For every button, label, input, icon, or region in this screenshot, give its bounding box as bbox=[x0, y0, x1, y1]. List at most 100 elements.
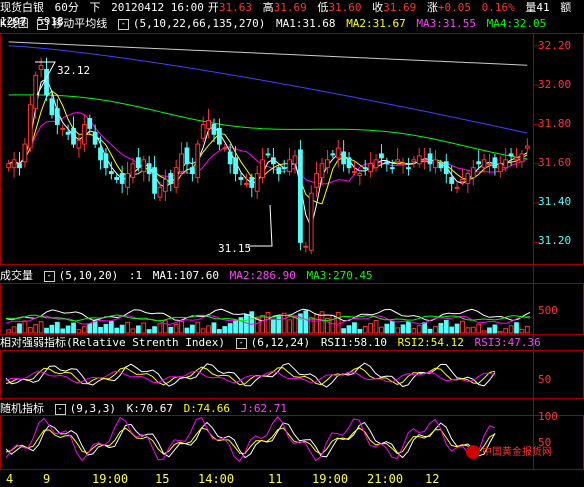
candle-body bbox=[357, 173, 363, 177]
candle-body bbox=[6, 163, 12, 169]
candle-body bbox=[346, 157, 352, 169]
collapse-icon[interactable]: - bbox=[43, 270, 55, 282]
watermark-logo-icon bbox=[466, 445, 480, 459]
candle-body bbox=[508, 153, 514, 157]
k-value: K:70.67 bbox=[126, 402, 173, 415]
volume-bar bbox=[60, 328, 66, 334]
rsi1-line bbox=[5, 362, 496, 388]
candle-body bbox=[11, 159, 17, 169]
volume-bar bbox=[276, 315, 282, 334]
volume-bar bbox=[449, 326, 455, 334]
ma-long-line bbox=[8, 45, 528, 134]
price-tick: 31.40 bbox=[538, 195, 572, 208]
candle-body bbox=[189, 167, 195, 175]
volume-bar bbox=[303, 310, 309, 334]
volume-bar bbox=[189, 324, 195, 334]
candle-body bbox=[476, 161, 482, 165]
volume-bar bbox=[281, 312, 287, 334]
volume-bar bbox=[227, 323, 233, 334]
rsi-tick: 50 bbox=[538, 373, 552, 386]
candle-body bbox=[433, 159, 438, 169]
low-price-note: 31.15 bbox=[218, 242, 252, 255]
volume-bar bbox=[508, 325, 514, 334]
volume-bar bbox=[254, 317, 260, 334]
volume-bar bbox=[98, 326, 103, 334]
volume-bar bbox=[271, 318, 276, 334]
rsi-title[interactable]: 相对强弱指标(Relative Strenth Index) bbox=[0, 336, 225, 349]
volume-bar bbox=[481, 330, 487, 334]
candle-body bbox=[465, 173, 471, 184]
volume-bar bbox=[233, 320, 238, 334]
candle-body bbox=[341, 151, 347, 165]
candle-body bbox=[157, 186, 163, 198]
candle-body bbox=[98, 147, 103, 161]
volume-bar bbox=[54, 321, 60, 334]
volume-bar bbox=[346, 325, 352, 334]
rsi1-value: RSI1:58.10 bbox=[320, 336, 388, 349]
collapse-icon[interactable]: - bbox=[235, 337, 247, 349]
volume-bar bbox=[362, 325, 368, 334]
candle-body bbox=[125, 173, 130, 188]
volume-bar bbox=[352, 322, 357, 334]
candle-body bbox=[108, 171, 114, 175]
candle-body bbox=[76, 139, 82, 149]
volume-bar bbox=[152, 326, 157, 334]
candle-body bbox=[487, 163, 492, 166]
volume-bar bbox=[162, 320, 168, 334]
volume-params: (5,10,20) bbox=[58, 269, 119, 282]
candle-body bbox=[352, 171, 357, 174]
candle-body bbox=[211, 123, 217, 135]
watermark: 中国黄金报货网 bbox=[466, 443, 552, 459]
volume-bar bbox=[406, 321, 411, 334]
rsi3-value: RSI3:47.36 bbox=[474, 336, 541, 349]
watermark-text: 中国黄金报货网 bbox=[482, 447, 552, 458]
candle-body bbox=[416, 155, 422, 165]
volume-bar bbox=[38, 321, 44, 334]
kdj-title[interactable]: 随机指标 bbox=[0, 402, 44, 415]
collapse-icon[interactable]: - bbox=[54, 403, 66, 415]
candle-body bbox=[92, 131, 98, 145]
volume-bar bbox=[492, 324, 498, 334]
candle-body bbox=[373, 159, 379, 169]
volume-bar bbox=[384, 323, 390, 334]
volume-bar bbox=[416, 325, 422, 334]
candle-body bbox=[395, 159, 401, 163]
vol-ma1-value: MA1:107.60 bbox=[152, 269, 219, 282]
candle-body bbox=[103, 153, 109, 169]
volume-bar bbox=[514, 322, 519, 334]
candle-body bbox=[406, 167, 411, 170]
volume-bar bbox=[141, 322, 147, 334]
candle-body bbox=[265, 153, 271, 156]
high-price-note: 32.12 bbox=[57, 64, 91, 77]
volume-bar bbox=[44, 327, 49, 334]
volume-title[interactable]: 成交量 bbox=[0, 269, 33, 282]
volume-bar bbox=[503, 328, 509, 334]
candle-body bbox=[244, 182, 249, 185]
candle-body bbox=[460, 178, 465, 182]
rsi-params: (6,12,24) bbox=[250, 336, 311, 349]
x-tick: 14:00 bbox=[198, 472, 235, 486]
candle-body bbox=[162, 178, 168, 192]
candle-body bbox=[298, 149, 303, 243]
volume-bar bbox=[308, 317, 314, 334]
candle-body bbox=[379, 153, 384, 159]
candle-body bbox=[303, 245, 309, 248]
vol-ma2-value: MA2:286.90 bbox=[229, 269, 296, 282]
volume-bar bbox=[443, 319, 449, 334]
candle-body bbox=[481, 159, 487, 169]
candle-body bbox=[222, 147, 228, 150]
x-tick: 21:00 bbox=[367, 472, 404, 486]
volume-bar bbox=[454, 323, 460, 334]
volume-bar bbox=[341, 328, 347, 334]
volume-bar bbox=[119, 324, 125, 334]
volume-bar bbox=[125, 321, 130, 334]
candle-body bbox=[292, 155, 298, 165]
volume-bar bbox=[179, 320, 184, 334]
candle-body bbox=[65, 131, 71, 135]
candle-body bbox=[281, 167, 287, 170]
volume-bar bbox=[184, 327, 190, 334]
j-value: J:62.71 bbox=[240, 402, 287, 415]
candle-body bbox=[44, 68, 49, 96]
volume-prefix: :1 bbox=[128, 269, 143, 282]
volume-bar bbox=[17, 323, 22, 334]
